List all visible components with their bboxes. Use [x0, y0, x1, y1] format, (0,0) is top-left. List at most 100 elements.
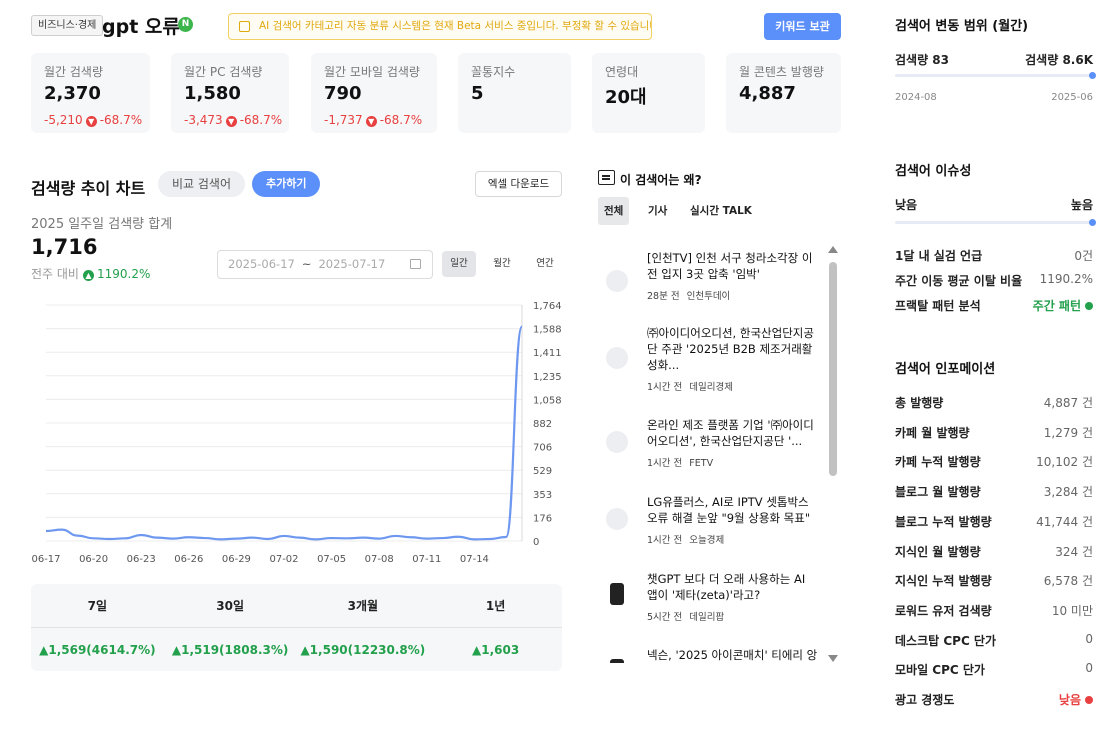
scroll-down-icon[interactable]: [828, 655, 838, 662]
stat-pct: -68.7%: [379, 113, 423, 127]
y-tick-label: 0: [533, 537, 539, 548]
stat-card-mobile: 월간 모바일 검색량 790 -1,737 ▼ -68.7%: [311, 53, 437, 133]
stat-pct: -68.7%: [239, 113, 283, 127]
naver-n-icon: N: [178, 17, 193, 32]
info-row: 카페 월 발행량 1,279 건: [895, 424, 1093, 441]
stat-card-age: 연령대 20대: [592, 53, 705, 133]
date-range-picker[interactable]: 2025-06-17 ~2025-07-17: [217, 250, 433, 279]
stat-pct: -68.7%: [99, 113, 143, 127]
info-row-value: 10 미만: [1051, 603, 1093, 618]
trend-line-chart: 0 176 353 529 706 882 1,058 1,235 1,411 1,588 1,76…: [31, 301, 562, 565]
news-source: 오늘경제: [689, 535, 725, 546]
info-row-label: 카페 누적 발행량: [895, 455, 981, 470]
stat-card-monthly: 월간 검색량 2,370 -5,210 ▼ -68.7%: [31, 53, 150, 133]
news-source: FETV: [689, 458, 714, 469]
info-row-label: 지식인 월 발행량: [895, 544, 981, 559]
x-tick-label: 06-29: [222, 554, 251, 565]
scroll-up-icon[interactable]: [828, 246, 838, 253]
news-meta: 28분 전 인천투데이: [647, 288, 737, 302]
news-item[interactable]: 온라인 제조 플랫폼 기업 '㈜아이디어오디션', 한국산업단지공단 '... …: [598, 417, 828, 477]
info-row-label: 총 발행량: [895, 396, 944, 410]
date-from[interactable]: 2025-06-17: [228, 257, 295, 271]
wow-value: 1190.2%: [96, 267, 151, 281]
calendar-icon[interactable]: [410, 259, 421, 269]
info-row-label: 지식인 누적 발행량: [895, 574, 992, 589]
issue-row-label: 주간 이동 평균 이탈 비율: [895, 274, 1023, 288]
period-value: ▲1,519(1808.3%): [171, 643, 289, 657]
status-dot-icon: [1085, 696, 1093, 704]
tab-realtime-talk[interactable]: 실시간 TALK: [684, 197, 758, 225]
news-item[interactable]: [인천TV] 인천 서구 청라소각장 이전 입지 3곳 압축 '임박' 28분 …: [598, 250, 828, 310]
news-title[interactable]: ㈜아이디어오디션, 한국산업단지공단 주관 '2025년 B2B 제조거래활성화…: [647, 325, 819, 373]
info-row-value: 0: [1085, 631, 1093, 646]
news-item[interactable]: ㈜아이디어오디션, 한국산업단지공단 주관 '2025년 B2B 제조거래활성화…: [598, 325, 828, 395]
info-row-label: 데스크탑 CPC 단가: [895, 633, 997, 648]
info-row-label: 로워드 유저 검색량: [895, 603, 992, 618]
news-item[interactable]: 챗GPT 보다 더 오래 사용하는 AI 앱이 '제타(zeta)'라고? 5시…: [598, 571, 828, 631]
range-dot: [1089, 72, 1096, 79]
info-row: 광고 경쟁도 낮음: [895, 691, 1093, 708]
info-row-value: 6,578 건: [1043, 574, 1093, 589]
news-title[interactable]: [인천TV] 인천 서구 청라소각장 이전 입지 3곳 압축 '임박': [647, 250, 819, 282]
period-header: 1년: [485, 599, 506, 613]
x-tick-label: 06-20: [79, 554, 108, 565]
x-tick-label: 07-05: [317, 554, 346, 565]
chat-icon: [598, 170, 615, 185]
info-row: 블로그 누적 발행량 41,744 건: [895, 513, 1093, 530]
range-labels: 검색량 83 검색량 8.6K: [895, 51, 1093, 68]
keep-keyword-button[interactable]: 키워드 보관: [764, 13, 841, 40]
news-item[interactable]: LG유플러스, AI로 IPTV 셋톱박스 오류 해결 눈앞 "9월 상용화 목…: [598, 494, 828, 554]
x-tick-label: 06-23: [127, 554, 156, 565]
issue-row-value: 1190.2%: [1039, 272, 1093, 286]
y-tick-label: 1,764: [533, 301, 562, 312]
period-table-header: 7일 30일 3개월 1년: [31, 584, 562, 628]
chart-y-ticks: 0 176 353 529 706 882 1,058 1,235 1,411 1,588 1,76…: [533, 301, 562, 548]
info-row: 데스크탑 CPC 단가 0: [895, 632, 1093, 649]
y-tick-label: 706: [533, 443, 552, 454]
info-panel-title: 검색어 인포메이션: [895, 362, 996, 377]
date-to[interactable]: 2025-07-17: [318, 257, 385, 271]
info-row-label: 블로그 누적 발행량: [895, 514, 992, 529]
tab-articles[interactable]: 기사: [642, 197, 673, 225]
chart-grid: [46, 304, 523, 542]
news-title[interactable]: 챗GPT 보다 더 오래 사용하는 AI 앱이 '제타(zeta)'라고?: [647, 571, 819, 603]
period-yearly-button[interactable]: 연간: [528, 251, 562, 277]
info-row-label: 블로그 월 발행량: [895, 485, 981, 500]
info-row: 총 발행량 4,887 건: [895, 394, 1093, 411]
period-value: ▲1,569(4614.7%): [39, 643, 156, 657]
news-scrollbar[interactable]: [828, 246, 838, 662]
news-item[interactable]: 넥슨, '2025 아이콘매치' 티에리 앙: [598, 647, 828, 663]
news-time: 5시간 전: [647, 612, 683, 623]
add-button[interactable]: 추가하기: [252, 171, 321, 197]
info-row-label: 카페 월 발행량: [895, 425, 970, 440]
info-row-value: 324 건: [1055, 544, 1093, 559]
period-daily-button[interactable]: 일간: [442, 251, 476, 277]
news-source: 인천투데이: [686, 291, 731, 302]
down-arrow-icon: ▼: [365, 116, 377, 127]
weekly-sum-value: 1,716: [31, 235, 98, 259]
tab-all[interactable]: 전체: [598, 197, 630, 225]
range-end-date: 2025-06: [1051, 92, 1093, 103]
beta-notice: AI 검색어 카테고리 자동 분류 시스템은 현재 Beta 서비스 중입니다.…: [228, 13, 652, 40]
stat-delta: -3,473: [184, 113, 223, 127]
stat-card-index: 꼴통지수 5: [458, 53, 571, 133]
period-monthly-button[interactable]: 월간: [485, 251, 519, 277]
news-title[interactable]: 온라인 제조 플랫폼 기업 '㈜아이디어오디션', 한국산업단지공단 '...: [647, 417, 819, 449]
competition-value: 낮음: [1058, 693, 1081, 707]
range-max-label: 검색량 8.6K: [1025, 53, 1093, 67]
down-arrow-icon: ▼: [225, 116, 237, 127]
news-title[interactable]: LG유플러스, AI로 IPTV 셋톱박스 오류 해결 눈앞 "9월 상용화 목…: [647, 494, 819, 526]
issue-row-label: 1달 내 실검 언급: [895, 249, 983, 263]
news-title[interactable]: 넥슨, '2025 아이콘매치' 티에리 앙: [647, 647, 819, 663]
scroll-thumb[interactable]: [829, 262, 837, 476]
info-row-value: 10,102 건: [1036, 455, 1093, 470]
excel-download-button[interactable]: 엑셀 다운로드: [475, 171, 562, 197]
news-thumbnail: [606, 347, 628, 369]
stat-value: 2,370: [44, 83, 101, 104]
stat-label: 월간 모바일 검색량: [324, 65, 420, 79]
y-tick-label: 1,411: [533, 348, 562, 359]
news-list: [인천TV] 인천 서구 청라소각장 이전 입지 3곳 압축 '임박' 28분 …: [598, 245, 842, 663]
compare-keyword-button[interactable]: 비교 검색어: [158, 171, 246, 197]
info-row-label: 모바일 CPC 단가: [895, 663, 985, 678]
info-row: 로워드 유저 검색량 10 미만: [895, 602, 1093, 619]
